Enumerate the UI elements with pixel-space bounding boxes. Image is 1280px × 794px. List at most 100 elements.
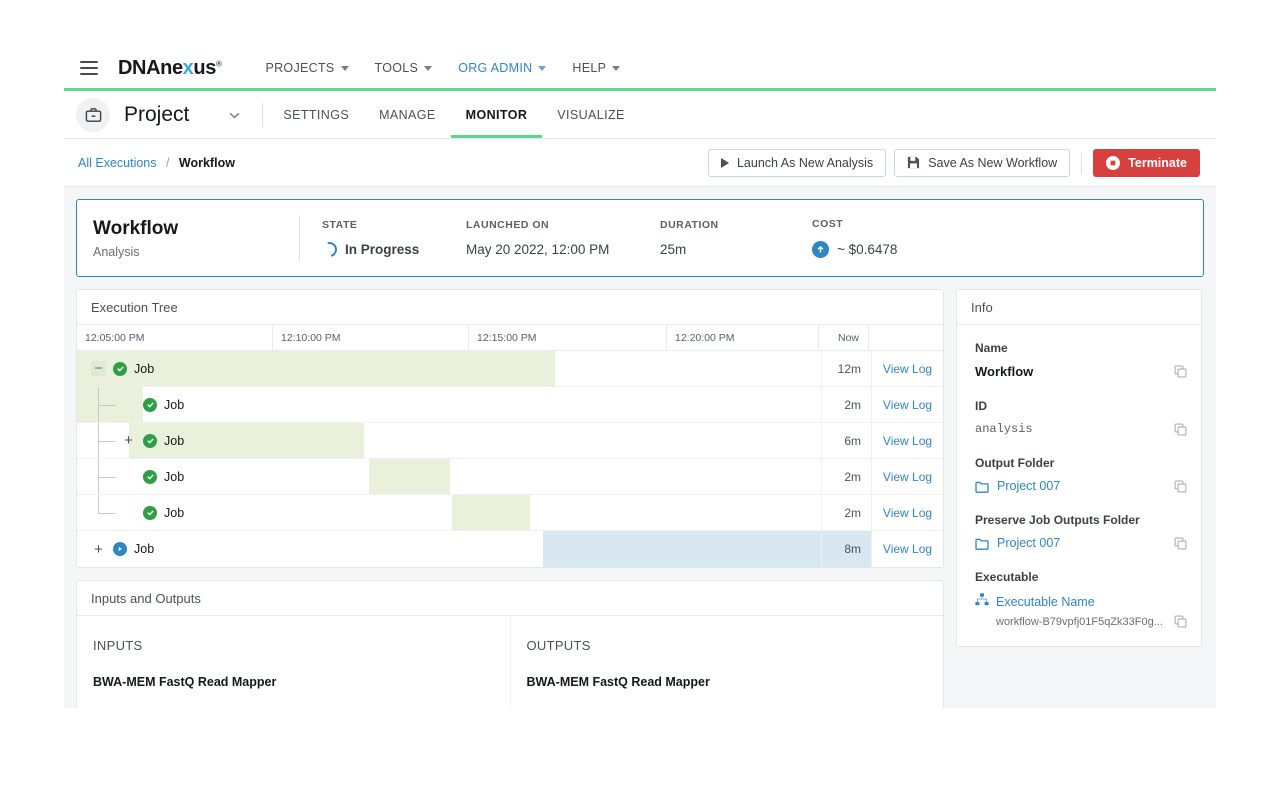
row-label: + Job xyxy=(77,531,154,567)
info-preserve-folder-label: Preserve Job Outputs Folder xyxy=(975,513,1187,527)
terminate-button[interactable]: Terminate xyxy=(1093,149,1200,177)
info-output-folder-label: Output Folder xyxy=(975,456,1187,470)
row-duration: 2m xyxy=(821,495,871,530)
info-panel: Info Name Workflow ID analysis xyxy=(956,289,1202,647)
info-name-label: Name xyxy=(975,341,1187,355)
info-executable-label: Executable xyxy=(975,570,1187,584)
job-name: Job xyxy=(164,506,184,520)
chevron-down-icon xyxy=(612,66,620,71)
breadcrumb-separator: / xyxy=(166,156,169,170)
view-log-link[interactable]: View Log xyxy=(871,387,943,422)
summary-name: Workflow xyxy=(93,218,299,240)
content-columns: Execution Tree 12:05:00 PM 12:10:00 PM 1… xyxy=(76,289,1204,708)
execution-tree-rows: − Job 12m View Log xyxy=(77,351,943,567)
tab-settings[interactable]: SETTINGS xyxy=(283,91,349,138)
info-preserve-folder-value[interactable]: Project 007 xyxy=(997,536,1060,550)
copy-icon[interactable] xyxy=(1174,537,1187,550)
table-row[interactable]: + Job 8m View Log xyxy=(77,531,943,567)
page-body: Workflow Analysis STATE In Progress LAUN… xyxy=(64,187,1216,708)
summary-type: Analysis xyxy=(93,245,299,259)
nav-item-org-admin-label: ORG ADMIN xyxy=(458,61,532,75)
nav-item-projects-label: PROJECTS xyxy=(265,61,334,75)
nav-item-tools-label: TOOLS xyxy=(375,61,419,75)
tab-monitor[interactable]: MONITOR xyxy=(466,91,528,138)
duration-label: DURATION xyxy=(660,219,812,231)
table-row[interactable]: Job 2m View Log xyxy=(77,459,943,495)
gantt-track: Job xyxy=(77,459,821,494)
project-switcher-chevron-icon[interactable] xyxy=(229,106,240,124)
info-output-folder-value[interactable]: Project 007 xyxy=(997,479,1060,493)
launch-as-new-analysis-button[interactable]: Launch As New Analysis xyxy=(708,149,886,177)
copy-icon[interactable] xyxy=(1174,480,1187,493)
table-row[interactable]: Job 2m View Log xyxy=(77,387,943,423)
gantt-track: + Job xyxy=(77,423,821,458)
state-value-wrap: In Progress xyxy=(322,242,466,257)
view-log-link[interactable]: View Log xyxy=(871,423,943,458)
view-log-link[interactable]: View Log xyxy=(871,531,943,567)
nav-item-help[interactable]: HELP xyxy=(572,61,620,75)
chevron-down-icon xyxy=(341,66,349,71)
view-log-link[interactable]: View Log xyxy=(871,459,943,494)
info-executable-id-row: workflow-B79vpfj01F5qZk33F0g... xyxy=(975,615,1187,628)
inputs-outputs-title: Inputs and Outputs xyxy=(77,581,943,616)
save-as-new-workflow-button[interactable]: Save As New Workflow xyxy=(894,149,1070,177)
summary-duration: DURATION 25m xyxy=(660,219,812,257)
time-tick-now: Now xyxy=(819,325,869,350)
time-tick: 12:05:00 PM xyxy=(77,325,273,350)
table-row[interactable]: Job 2m View Log xyxy=(77,495,943,531)
action-buttons: Launch As New Analysis Save As New Workf… xyxy=(708,149,1200,177)
input-item[interactable]: BWA-MEM FastQ Read Mapper xyxy=(93,675,510,689)
view-log-link[interactable]: View Log xyxy=(871,495,943,530)
info-id-label: ID xyxy=(975,399,1187,413)
summary-cost: COST ~ $0.6478 xyxy=(812,218,897,258)
expand-toggle-icon[interactable]: + xyxy=(121,433,136,448)
workflow-node-icon xyxy=(975,593,989,611)
copy-icon[interactable] xyxy=(1174,615,1187,628)
nav-item-tools[interactable]: TOOLS xyxy=(375,61,433,75)
terminate-button-label: Terminate xyxy=(1128,156,1187,170)
row-duration: 2m xyxy=(821,459,871,494)
tab-visualize[interactable]: VISUALIZE xyxy=(557,91,625,138)
row-label: + Job xyxy=(77,423,184,458)
collapse-toggle-icon[interactable]: − xyxy=(91,361,106,376)
gantt-track: Job xyxy=(77,495,821,530)
job-name: Job xyxy=(164,398,184,412)
in-progress-spinner-icon xyxy=(319,239,339,259)
duration-value: 25m xyxy=(660,242,812,257)
breadcrumb-all-executions[interactable]: All Executions xyxy=(78,156,157,170)
info-executable-id: workflow-B79vpfj01F5qZk33F0g... xyxy=(996,616,1163,628)
table-row[interactable]: + Job 6m View Log xyxy=(77,423,943,459)
project-bar: Project SETTINGS MANAGE MONITOR VISUALIZ… xyxy=(64,91,1216,139)
tab-manage[interactable]: MANAGE xyxy=(379,91,436,138)
table-row[interactable]: − Job 12m View Log xyxy=(77,351,943,387)
info-executable-name[interactable]: Executable Name xyxy=(996,595,1095,609)
hamburger-icon[interactable] xyxy=(80,61,98,75)
save-button-label: Save As New Workflow xyxy=(928,156,1057,170)
divider xyxy=(262,103,263,127)
row-label: Job xyxy=(77,495,184,530)
gantt-bar-running xyxy=(543,531,821,567)
view-log-link[interactable]: View Log xyxy=(871,351,943,386)
row-label: Job xyxy=(77,459,184,494)
copy-icon[interactable] xyxy=(1174,423,1187,436)
output-item[interactable]: BWA-MEM FastQ Read Mapper xyxy=(527,675,944,689)
dnanexus-logo[interactable]: DNAnexus® xyxy=(118,57,221,80)
timeline-ruler: 12:05:00 PM 12:10:00 PM 12:15:00 PM 12:2… xyxy=(77,325,943,351)
global-navbar: DNAnexus® PROJECTS TOOLS ORG ADMIN HELP xyxy=(64,48,1216,88)
info-name-value: Workflow xyxy=(975,364,1033,379)
expand-toggle-icon[interactable]: + xyxy=(91,542,106,557)
nav-item-org-admin[interactable]: ORG ADMIN xyxy=(458,61,546,75)
global-nav-items: PROJECTS TOOLS ORG ADMIN HELP xyxy=(265,61,620,75)
status-success-icon xyxy=(113,362,127,376)
status-success-icon xyxy=(143,506,157,520)
folder-icon xyxy=(975,480,989,492)
status-running-icon xyxy=(113,542,127,556)
cost-value-wrap: ~ $0.6478 xyxy=(812,241,897,258)
save-icon xyxy=(907,156,920,169)
copy-icon[interactable] xyxy=(1174,365,1187,378)
summary-state: STATE In Progress xyxy=(322,219,466,257)
inputs-outputs-body: INPUTS BWA-MEM FastQ Read Mapper OUTPUTS… xyxy=(77,616,943,708)
status-success-icon xyxy=(143,470,157,484)
nav-item-projects[interactable]: PROJECTS xyxy=(265,61,348,75)
nav-item-help-label: HELP xyxy=(572,61,606,75)
